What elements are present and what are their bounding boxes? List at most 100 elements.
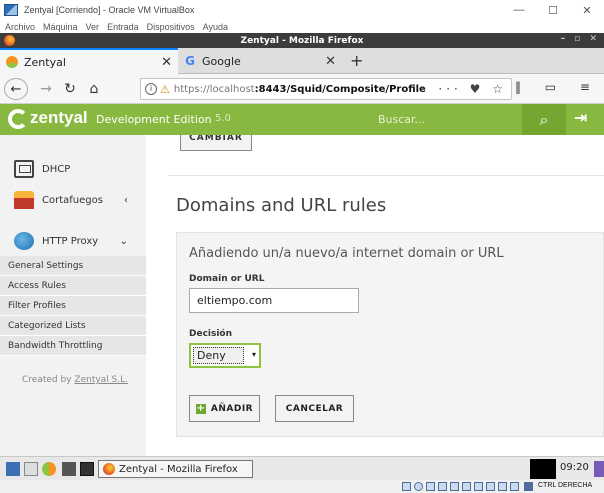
- credit-link[interactable]: Zentyal S.L.: [74, 375, 128, 385]
- taskbar-firefox-app[interactable]: Zentyal - Mozilla Firefox: [98, 460, 253, 478]
- add-button-label: AÑADIR: [210, 403, 254, 414]
- firefox-title-bar: Zentyal - Mozilla Firefox – ▫ ✕: [0, 33, 604, 48]
- vbox-menubar: Archivo Máquina Ver Entrada Dispositivos…: [0, 20, 604, 33]
- decision-label: Decisión: [189, 329, 233, 339]
- tab-zentyal[interactable]: Zentyal ✕: [0, 48, 178, 74]
- sidebar-subitem-bandwidth-throttling[interactable]: Bandwidth Throttling: [0, 336, 146, 356]
- forward-button[interactable]: →: [36, 78, 56, 100]
- sidebar-item-label: DHCP: [42, 163, 71, 175]
- vbox-title-bar: Zentyal [Corriendo] - Oracle VM VirtualB…: [0, 0, 604, 20]
- tab-label: Google: [202, 54, 241, 68]
- firefox-icon: [4, 35, 15, 46]
- menu-archivo[interactable]: Archivo: [5, 22, 35, 32]
- window-icon[interactable]: [80, 462, 94, 476]
- vbox-status-bar: CTRL DERECHA: [0, 480, 604, 493]
- insecure-lock-icon[interactable]: ⚠: [160, 83, 170, 96]
- hard-disk-icon[interactable]: [402, 482, 411, 491]
- search-input[interactable]: Buscar...: [370, 110, 520, 129]
- host-key-label: CTRL DERECHA: [538, 482, 593, 489]
- close-button[interactable]: ✕: [570, 0, 604, 20]
- cambiar-button[interactable]: CAMBIAR: [180, 135, 252, 151]
- sidebar-item-label: Cortafuegos: [42, 194, 103, 206]
- domain-label: Domain or URL: [189, 274, 265, 284]
- sidebar-subitem-access-rules[interactable]: Access Rules: [0, 276, 146, 296]
- maximize-button[interactable]: ☐: [536, 0, 570, 20]
- optical-drive-icon[interactable]: [414, 482, 423, 491]
- zentyal-logo-icon: [8, 109, 28, 129]
- sidebar-item-cortafuegos[interactable]: Cortafuegos ‹: [0, 189, 146, 211]
- firefox-window-title: Zentyal - Mozilla Firefox: [240, 35, 364, 46]
- reload-button[interactable]: ↻: [60, 78, 80, 100]
- usb-icon[interactable]: [426, 482, 435, 491]
- info-icon[interactable]: i: [145, 83, 157, 95]
- tab-strip: Zentyal ✕ G Google ✕ +: [0, 48, 604, 74]
- zentyal-launcher-icon[interactable]: [42, 462, 56, 476]
- tab-google[interactable]: G Google ✕: [178, 48, 342, 74]
- menu-maquina[interactable]: Máquina: [43, 22, 78, 32]
- logout-icon[interactable]: ⇥: [574, 108, 587, 127]
- zentyal-brand: zentyal: [30, 108, 88, 127]
- close-tab-icon[interactable]: ✕: [325, 54, 336, 69]
- page-actions[interactable]: ··· ♥ ☆: [438, 82, 507, 96]
- cancel-button[interactable]: CANCELAR: [275, 395, 354, 422]
- audio-icon[interactable]: [486, 482, 495, 491]
- plus-icon: +: [195, 402, 206, 414]
- start-menu-icon[interactable]: [6, 462, 20, 476]
- show-desktop-button[interactable]: [594, 461, 604, 477]
- domain-input[interactable]: eltiempo.com: [189, 288, 359, 313]
- http-proxy-icon: [14, 232, 34, 250]
- sidebar-item-http-proxy[interactable]: HTTP Proxy ⌄: [0, 230, 146, 252]
- credit-prefix: Created by: [22, 375, 72, 385]
- taskbar-app-label: Zentyal - Mozilla Firefox: [119, 463, 238, 475]
- system-tray-area: [530, 459, 556, 479]
- minimize-button[interactable]: —: [502, 0, 536, 20]
- dhcp-icon: [14, 160, 34, 178]
- zentyal-edition: Development Edition: [96, 113, 212, 126]
- vbox-window-title: Zentyal [Corriendo] - Oracle VM VirtualB…: [24, 5, 195, 15]
- shared-folders-icon[interactable]: [450, 482, 459, 491]
- url-bar[interactable]: i ⚠ https://localhost:8443/Squid/Composi…: [140, 78, 512, 100]
- terminal-icon[interactable]: [62, 462, 76, 476]
- credit-text: Created by Zentyal S.L.: [22, 375, 128, 385]
- mouse-integration-icon[interactable]: [498, 482, 507, 491]
- menu-ayuda[interactable]: Ayuda: [203, 22, 228, 32]
- cpu-icon: [510, 482, 519, 491]
- zentyal-header: zentyal Development Edition 5.0 Buscar..…: [0, 104, 604, 135]
- desktop-icon[interactable]: [24, 462, 38, 476]
- add-button[interactable]: + AÑADIR: [189, 395, 260, 422]
- sidebar-item-dhcp[interactable]: DHCP: [0, 158, 146, 180]
- back-button[interactable]: ←: [4, 78, 28, 100]
- menu-ver[interactable]: Ver: [86, 22, 100, 32]
- video-capture-icon[interactable]: [474, 482, 483, 491]
- zentyal-icon: [6, 56, 18, 68]
- new-tab-button[interactable]: +: [350, 51, 363, 70]
- firefox-window-controls[interactable]: – ▫ ✕: [561, 34, 600, 44]
- main-content: CAMBIAR Domains and URL rules Añadiendo …: [146, 135, 604, 456]
- add-rule-form: Añadiendo un/a nuevo/a internet domain o…: [176, 232, 604, 437]
- virtualbox-icon: [4, 4, 18, 16]
- menu-dispositivos[interactable]: Dispositivos: [147, 22, 195, 32]
- url-path: :8443/Squid/Composite/Profile: [254, 83, 426, 95]
- guest-taskbar: Zentyal - Mozilla Firefox 09:20: [0, 456, 604, 480]
- close-tab-icon[interactable]: ✕: [161, 55, 172, 70]
- page-actions-menu-icon[interactable]: ···: [438, 82, 461, 96]
- sidebar: DHCP Cortafuegos ‹ HTTP Proxy ⌄ General …: [0, 135, 146, 456]
- firefox-icon: [103, 463, 115, 475]
- display-icon[interactable]: [462, 482, 471, 491]
- sidebar-subitem-categorized-lists[interactable]: Categorized Lists: [0, 316, 146, 336]
- decision-selected-value: Deny: [193, 347, 244, 364]
- url-text[interactable]: https://localhost:8443/Squid/Composite/P…: [174, 84, 436, 95]
- sidebar-item-label: HTTP Proxy: [42, 235, 99, 247]
- network-icon[interactable]: [438, 482, 447, 491]
- sidebar-subitem-filter-profiles[interactable]: Filter Profiles: [0, 296, 146, 316]
- home-button[interactable]: ⌂: [84, 78, 104, 100]
- clock: 09:20: [560, 462, 589, 473]
- menu-entrada[interactable]: Entrada: [107, 22, 139, 32]
- search-icon[interactable]: ⌕: [522, 104, 566, 135]
- toolbar-right-icons[interactable]: ‖ ▭ ≡: [515, 80, 600, 94]
- keyboard-capture-icon[interactable]: [524, 482, 533, 491]
- sidebar-subitem-general-settings[interactable]: General Settings: [0, 256, 146, 276]
- url-host: https://localhost: [173, 83, 255, 95]
- navigation-bar: ← → ↻ ⌂ i ⚠ https://localhost:8443/Squid…: [0, 74, 604, 104]
- decision-select[interactable]: Deny ▾: [189, 343, 261, 368]
